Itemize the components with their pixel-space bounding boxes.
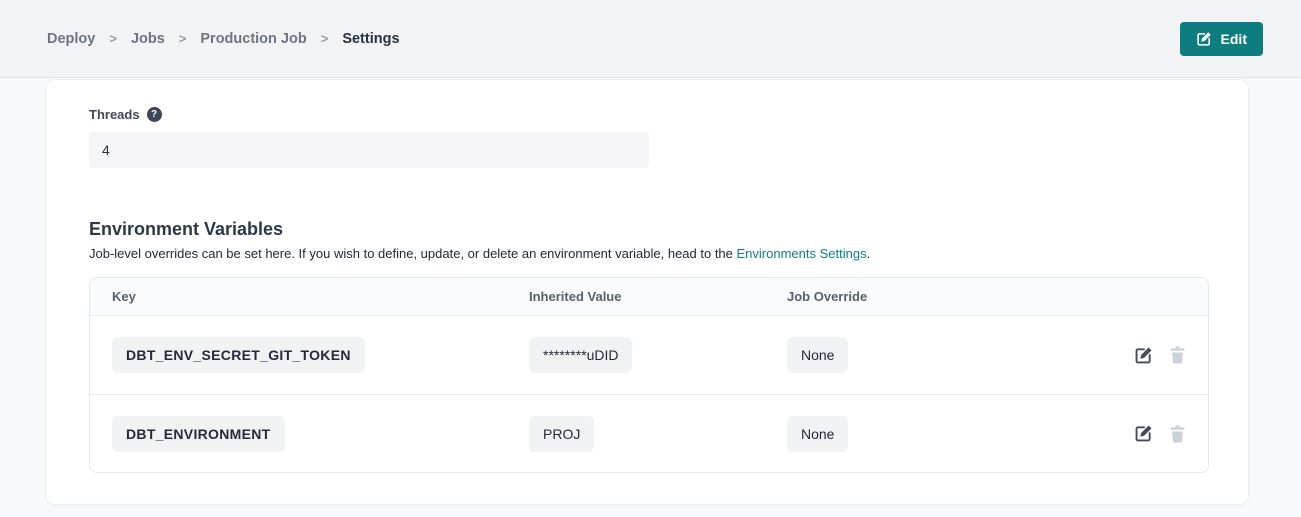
edit-pencil-icon xyxy=(1196,31,1212,47)
row-edit-button[interactable] xyxy=(1134,424,1153,443)
top-bar: Deploy > Jobs > Production Job > Setting… xyxy=(0,0,1301,78)
breadcrumb-item-jobs[interactable]: Jobs xyxy=(131,31,165,47)
column-header-job-override: Job Override xyxy=(787,289,1094,304)
table-row: DBT_ENV_SECRET_GIT_TOKEN ********uDID No… xyxy=(90,316,1208,394)
env-var-key-badge: DBT_ENVIRONMENT xyxy=(112,416,285,452)
table-header-row: Key Inherited Value Job Override xyxy=(90,278,1208,316)
row-delete-button[interactable] xyxy=(1169,346,1186,364)
job-override-badge: None xyxy=(787,337,848,373)
row-actions xyxy=(1094,424,1186,443)
main-content: Threads ? Environment Variables Job-leve… xyxy=(0,78,1301,505)
row-edit-button[interactable] xyxy=(1134,346,1153,365)
threads-field-label-row: Threads ? xyxy=(89,107,1248,122)
threads-input[interactable] xyxy=(89,132,649,168)
edit-pencil-icon xyxy=(1134,346,1153,365)
environment-variables-section: Environment Variables Job-level override… xyxy=(89,219,1248,473)
trash-icon xyxy=(1169,346,1186,364)
edit-button-label: Edit xyxy=(1221,31,1247,47)
key-cell: DBT_ENV_SECRET_GIT_TOKEN xyxy=(112,337,529,373)
table-row: DBT_ENVIRONMENT PROJ None xyxy=(90,394,1208,472)
row-actions xyxy=(1094,346,1186,365)
job-override-cell: None xyxy=(787,337,1094,373)
row-delete-button[interactable] xyxy=(1169,425,1186,443)
job-override-cell: None xyxy=(787,416,1094,452)
column-header-key: Key xyxy=(112,289,529,304)
job-override-badge: None xyxy=(787,416,848,452)
settings-card: Threads ? Environment Variables Job-leve… xyxy=(45,79,1249,505)
inherited-value-badge: ********uDID xyxy=(529,337,632,373)
trash-icon xyxy=(1169,425,1186,443)
key-cell: DBT_ENVIRONMENT xyxy=(112,416,529,452)
help-icon[interactable]: ? xyxy=(147,107,162,122)
inherited-value-cell: PROJ xyxy=(529,416,787,452)
edit-pencil-icon xyxy=(1134,424,1153,443)
breadcrumb-item-deploy[interactable]: Deploy xyxy=(47,31,95,47)
chevron-right-icon: > xyxy=(109,31,117,46)
breadcrumb-item-production-job[interactable]: Production Job xyxy=(200,31,306,47)
env-vars-table: Key Inherited Value Job Override DBT_ENV… xyxy=(89,277,1209,473)
threads-label: Threads xyxy=(89,107,140,122)
chevron-right-icon: > xyxy=(179,31,187,46)
env-var-key-badge: DBT_ENV_SECRET_GIT_TOKEN xyxy=(112,337,365,373)
description-text: Job-level overrides can be set here. If … xyxy=(89,246,737,261)
environments-settings-link[interactable]: Environments Settings xyxy=(737,246,867,261)
breadcrumb-item-settings: Settings xyxy=(342,31,399,47)
breadcrumb: Deploy > Jobs > Production Job > Setting… xyxy=(47,31,400,47)
environment-variables-title: Environment Variables xyxy=(89,219,1248,240)
environment-variables-description: Job-level overrides can be set here. If … xyxy=(89,246,1248,261)
description-period: . xyxy=(867,246,871,261)
inherited-value-cell: ********uDID xyxy=(529,337,787,373)
chevron-right-icon: > xyxy=(321,31,329,46)
edit-button[interactable]: Edit xyxy=(1180,22,1263,56)
column-header-inherited-value: Inherited Value xyxy=(529,289,787,304)
inherited-value-badge: PROJ xyxy=(529,416,594,452)
